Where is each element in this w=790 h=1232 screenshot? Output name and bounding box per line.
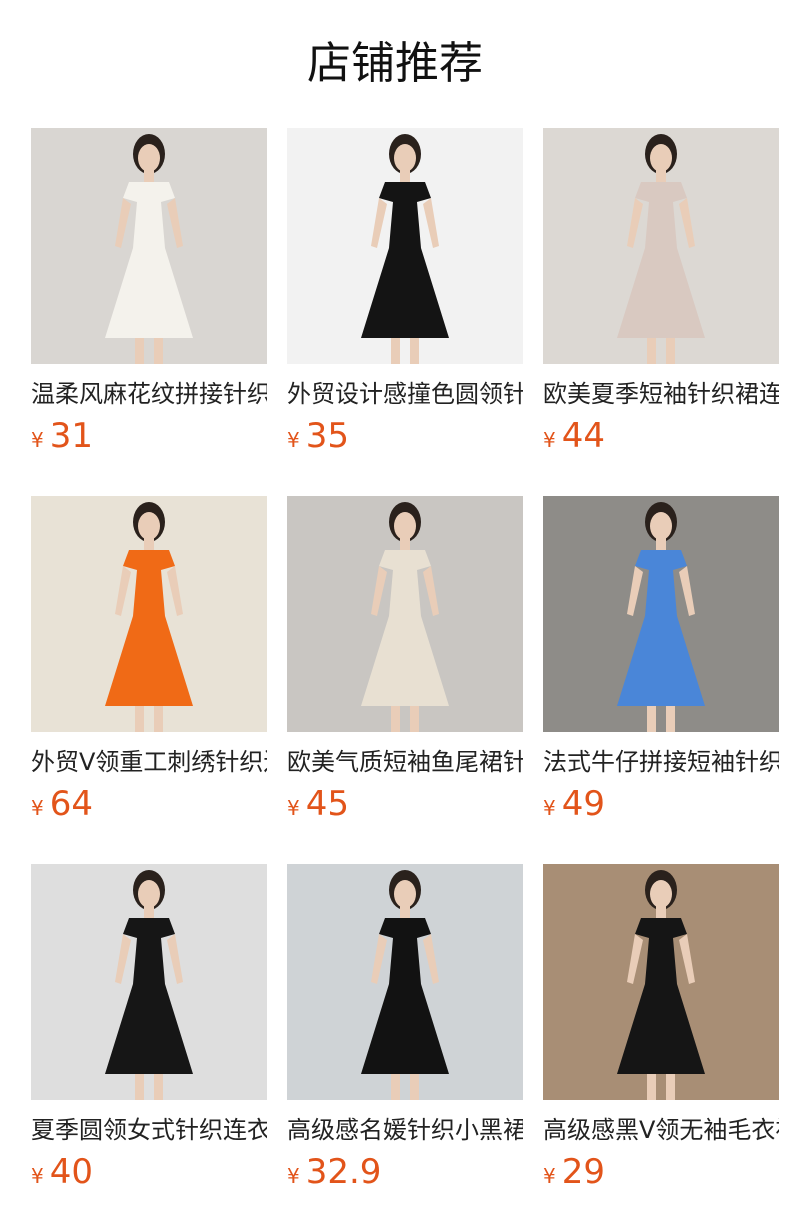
product-price: ¥49 — [543, 784, 779, 824]
product-price: ¥45 — [287, 784, 523, 824]
product-card[interactable]: 高级感黑V领无袖毛衣裙连衣裙 ¥29 — [543, 864, 779, 1192]
product-card[interactable]: 外贸设计感撞色圆领针织连衣裙 ¥35 — [287, 128, 523, 456]
product-title[interactable]: 外贸设计感撞色圆领针织连衣裙 — [287, 378, 523, 410]
product-card[interactable]: 温柔风麻花纹拼接针织连衣裙 ¥31 — [31, 128, 267, 456]
product-card[interactable]: 外贸V领重工刺绣针织连衣裙 ¥64 — [31, 496, 267, 824]
currency-symbol: ¥ — [543, 1164, 556, 1188]
currency-symbol: ¥ — [543, 796, 556, 820]
price-amount: 45 — [305, 784, 349, 824]
currency-symbol: ¥ — [31, 1164, 44, 1188]
product-image[interactable] — [31, 496, 267, 732]
product-title[interactable]: 夏季圆领女式针织连衣裙 — [31, 1114, 267, 1146]
product-image[interactable] — [287, 864, 523, 1100]
product-image[interactable] — [543, 128, 779, 364]
price-amount: 31 — [49, 416, 93, 456]
product-card[interactable]: 夏季圆领女式针织连衣裙 ¥40 — [31, 864, 267, 1192]
product-image[interactable] — [31, 864, 267, 1100]
product-title[interactable]: 高级感名媛针织小黑裙连衣裙 — [287, 1114, 523, 1146]
currency-symbol: ¥ — [31, 796, 44, 820]
product-price: ¥64 — [31, 784, 267, 824]
currency-symbol: ¥ — [287, 428, 300, 452]
price-amount: 49 — [561, 784, 605, 824]
currency-symbol: ¥ — [287, 796, 300, 820]
price-amount: 29 — [561, 1152, 605, 1192]
price-amount: 64 — [49, 784, 93, 824]
product-title[interactable]: 高级感黑V领无袖毛衣裙连衣裙 — [543, 1114, 779, 1146]
product-image[interactable] — [287, 496, 523, 732]
product-price: ¥44 — [543, 416, 779, 456]
currency-symbol: ¥ — [31, 428, 44, 452]
product-card[interactable]: 欧美夏季短袖针织裙连衣裙 ¥44 — [543, 128, 779, 456]
currency-symbol: ¥ — [287, 1164, 300, 1188]
price-amount: 35 — [305, 416, 349, 456]
product-price: ¥29 — [543, 1152, 779, 1192]
currency-symbol: ¥ — [543, 428, 556, 452]
product-title[interactable]: 外贸V领重工刺绣针织连衣裙 — [31, 746, 267, 778]
price-amount: 44 — [561, 416, 605, 456]
product-image[interactable] — [287, 128, 523, 364]
price-amount: 32.9 — [305, 1152, 382, 1192]
product-title[interactable]: 欧美气质短袖鱼尾裙针织连衣裙 — [287, 746, 523, 778]
product-card[interactable]: 法式牛仔拼接短袖针织连衣裙 ¥49 — [543, 496, 779, 824]
product-image[interactable] — [543, 496, 779, 732]
product-image[interactable] — [543, 864, 779, 1100]
product-price: ¥32.9 — [287, 1152, 523, 1192]
product-price: ¥40 — [31, 1152, 267, 1192]
product-title[interactable]: 温柔风麻花纹拼接针织连衣裙 — [31, 378, 267, 410]
product-price: ¥35 — [287, 416, 523, 456]
page-title: 店铺推荐 — [307, 38, 483, 89]
product-price: ¥31 — [31, 416, 267, 456]
product-card[interactable]: 欧美气质短袖鱼尾裙针织连衣裙 ¥45 — [287, 496, 523, 824]
product-card[interactable]: 高级感名媛针织小黑裙连衣裙 ¥32.9 — [287, 864, 523, 1192]
product-title[interactable]: 法式牛仔拼接短袖针织连衣裙 — [543, 746, 779, 778]
product-image[interactable] — [31, 128, 267, 364]
product-title[interactable]: 欧美夏季短袖针织裙连衣裙 — [543, 378, 779, 410]
price-amount: 40 — [49, 1152, 93, 1192]
